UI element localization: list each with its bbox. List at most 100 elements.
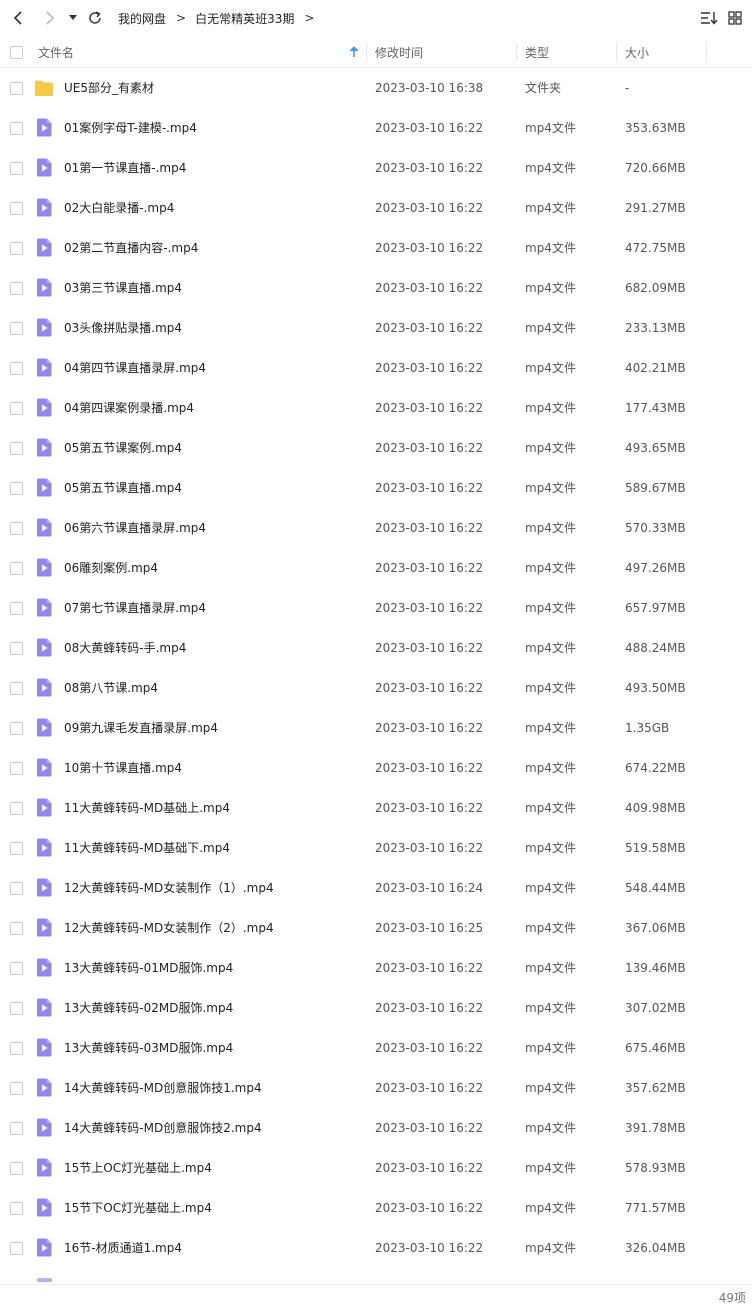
- row-checkbox[interactable]: [10, 162, 23, 175]
- file-name[interactable]: 05第五节课案例.mp4: [64, 428, 182, 468]
- file-row[interactable]: UE5部分_有素材 2023-03-10 16:38 文件夹 -: [0, 68, 752, 108]
- column-divider[interactable]: [616, 42, 617, 62]
- row-checkbox[interactable]: [10, 1082, 23, 1095]
- file-name[interactable]: 06第六节课直播录屏.mp4: [64, 508, 206, 548]
- row-checkbox[interactable]: [10, 1042, 23, 1055]
- file-name[interactable]: 01案例字母T-建模-.mp4: [64, 108, 197, 148]
- column-modified[interactable]: 修改时间: [375, 36, 423, 68]
- file-row[interactable]: 01案例字母T-建模-.mp4 2023-03-10 16:22 mp4文件 353.…: [0, 108, 752, 148]
- file-row[interactable]: 12大黄蜂转码-MD女装制作（2）.mp4 2023-03-10 16:25 mp4…: [0, 908, 752, 948]
- file-row[interactable]: 07第七节课直播录屏.mp4 2023-03-10 16:22 mp4文件 657.9…: [0, 588, 752, 628]
- file-row[interactable]: 04第四节课直播录屏.mp4 2023-03-10 16:22 mp4文件 402.2…: [0, 348, 752, 388]
- column-divider[interactable]: [366, 42, 367, 62]
- column-name[interactable]: 文件名: [38, 36, 74, 68]
- column-size[interactable]: 大小: [625, 36, 649, 68]
- file-row[interactable]: 14大黄蜂转码-MD创意服饰技1.mp4 2023-03-10 16:22 mp4文…: [0, 1068, 752, 1108]
- file-name[interactable]: 13大黄蜂转码-02MD服饰.mp4: [64, 988, 233, 1028]
- file-row[interactable]: 15节下OC灯光基础上.mp4 2023-03-10 16:22 mp4文件 771.…: [0, 1188, 752, 1228]
- row-checkbox[interactable]: [10, 722, 23, 735]
- file-name[interactable]: 11大黄蜂转码-MD基础上.mp4: [64, 788, 230, 828]
- file-name[interactable]: 10第十节课直播.mp4: [64, 748, 182, 788]
- row-checkbox[interactable]: [10, 962, 23, 975]
- row-checkbox[interactable]: [10, 1162, 23, 1175]
- file-name[interactable]: 11大黄蜂转码-MD基础下.mp4: [64, 828, 230, 868]
- file-name[interactable]: 08大黄蜂转码-手.mp4: [64, 628, 186, 668]
- sort-button[interactable]: [698, 7, 720, 29]
- file-name[interactable]: 12大黄蜂转码-MD女装制作（2）.mp4: [64, 908, 274, 948]
- file-name[interactable]: 02第二节直播内容-.mp4: [64, 228, 198, 268]
- row-checkbox[interactable]: [10, 242, 23, 255]
- file-row[interactable]: 13大黄蜂转码-03MD服饰.mp4 2023-03-10 16:22 mp4文件 6…: [0, 1028, 752, 1068]
- row-checkbox[interactable]: [10, 1002, 23, 1015]
- file-row[interactable]: 11大黄蜂转码-MD基础下.mp4 2023-03-10 16:22 mp4文件 51…: [0, 828, 752, 868]
- row-checkbox[interactable]: [10, 562, 23, 575]
- file-row[interactable]: 05第五节课直播.mp4 2023-03-10 16:22 mp4文件 589.67M…: [0, 468, 752, 508]
- row-checkbox[interactable]: [10, 1202, 23, 1215]
- file-row[interactable]: 04第四课案例录播.mp4 2023-03-10 16:22 mp4文件 177.43…: [0, 388, 752, 428]
- file-row[interactable]: 13大黄蜂转码-02MD服饰.mp4 2023-03-10 16:22 mp4文件 3…: [0, 988, 752, 1028]
- row-checkbox[interactable]: [10, 202, 23, 215]
- back-button[interactable]: [8, 7, 30, 29]
- row-checkbox[interactable]: [10, 82, 23, 95]
- row-checkbox[interactable]: [10, 442, 23, 455]
- file-name[interactable]: 06雕刻案例.mp4: [64, 548, 158, 588]
- column-divider[interactable]: [706, 42, 707, 62]
- file-row[interactable]: 11大黄蜂转码-MD基础上.mp4 2023-03-10 16:22 mp4文件 40…: [0, 788, 752, 828]
- file-row[interactable]: 08大黄蜂转码-手.mp4 2023-03-10 16:22 mp4文件 488.24…: [0, 628, 752, 668]
- file-name[interactable]: 04第四课案例录播.mp4: [64, 388, 194, 428]
- breadcrumb-item-current-folder[interactable]: 白无常精英班33期: [195, 10, 294, 27]
- row-checkbox[interactable]: [10, 682, 23, 695]
- refresh-button[interactable]: [84, 7, 106, 29]
- forward-button[interactable]: [38, 7, 60, 29]
- row-checkbox[interactable]: [10, 122, 23, 135]
- file-row[interactable]: 01第一节课直播-.mp4 2023-03-10 16:22 mp4文件 720.66…: [0, 148, 752, 188]
- row-checkbox[interactable]: [10, 762, 23, 775]
- file-name[interactable]: UE5部分_有素材: [64, 68, 154, 108]
- file-row[interactable]: 15节上OC灯光基础上.mp4 2023-03-10 16:22 mp4文件 578.…: [0, 1148, 752, 1188]
- breadcrumb-item-my-drive[interactable]: 我的网盘: [118, 10, 166, 27]
- file-row[interactable]: 05第五节课案例.mp4 2023-03-10 16:22 mp4文件 493.65M…: [0, 428, 752, 468]
- row-checkbox[interactable]: [10, 362, 23, 375]
- row-checkbox[interactable]: [10, 282, 23, 295]
- file-name[interactable]: 09第九课毛发直播录屏.mp4: [64, 708, 218, 748]
- view-toggle-button[interactable]: [724, 7, 746, 29]
- file-row[interactable]: 03第三节课直播.mp4 2023-03-10 16:22 mp4文件 682.09M…: [0, 268, 752, 308]
- row-checkbox[interactable]: [10, 322, 23, 335]
- file-row[interactable]: 09第九课毛发直播录屏.mp4 2023-03-10 16:22 mp4文件 1.35…: [0, 708, 752, 748]
- file-name[interactable]: 03第三节课直播.mp4: [64, 268, 182, 308]
- file-row[interactable]: 10第十节课直播.mp4 2023-03-10 16:22 mp4文件 674.22M…: [0, 748, 752, 788]
- file-name[interactable]: 13大黄蜂转码-01MD服饰.mp4: [64, 948, 233, 988]
- file-name[interactable]: 16节-材质通道1.mp4: [64, 1228, 182, 1268]
- file-row[interactable]: 08第八节课.mp4 2023-03-10 16:22 mp4文件 493.50MB: [0, 668, 752, 708]
- row-checkbox[interactable]: [10, 482, 23, 495]
- select-all-checkbox[interactable]: [10, 46, 23, 59]
- arrow-up-icon[interactable]: [348, 45, 360, 59]
- row-checkbox[interactable]: [10, 1242, 23, 1255]
- row-checkbox[interactable]: [10, 882, 23, 895]
- row-checkbox[interactable]: [10, 402, 23, 415]
- file-name[interactable]: 02大白能录播-.mp4: [64, 188, 174, 228]
- file-name[interactable]: 15节下OC灯光基础上.mp4: [64, 1188, 212, 1228]
- file-row[interactable]: 14大黄蜂转码-MD创意服饰技2.mp4 2023-03-10 16:22 mp4文…: [0, 1108, 752, 1148]
- file-name[interactable]: 04第四节课直播录屏.mp4: [64, 348, 206, 388]
- file-row[interactable]: 06第六节课直播录屏.mp4 2023-03-10 16:22 mp4文件 570.3…: [0, 508, 752, 548]
- file-row[interactable]: 02大白能录播-.mp4 2023-03-10 16:22 mp4文件 291.27M…: [0, 188, 752, 228]
- file-row[interactable]: 12大黄蜂转码-MD女装制作（1）.mp4 2023-03-10 16:24 mp4…: [0, 868, 752, 908]
- file-name[interactable]: 08第八节课.mp4: [64, 668, 158, 708]
- row-checkbox[interactable]: [10, 602, 23, 615]
- file-row[interactable]: 13大黄蜂转码-01MD服饰.mp4 2023-03-10 16:22 mp4文件 1…: [0, 948, 752, 988]
- file-name[interactable]: 15节上OC灯光基础上.mp4: [64, 1148, 212, 1188]
- file-name[interactable]: 07第七节课直播录屏.mp4: [64, 588, 206, 628]
- file-name[interactable]: 13大黄蜂转码-03MD服饰.mp4: [64, 1028, 233, 1068]
- column-type[interactable]: 类型: [525, 36, 549, 68]
- file-row[interactable]: 06雕刻案例.mp4 2023-03-10 16:22 mp4文件 497.26MB: [0, 548, 752, 588]
- row-checkbox[interactable]: [10, 522, 23, 535]
- column-divider[interactable]: [516, 42, 517, 62]
- file-name[interactable]: 03头像拼贴录播.mp4: [64, 308, 182, 348]
- file-row[interactable]: 03头像拼贴录播.mp4 2023-03-10 16:22 mp4文件 233.13M…: [0, 308, 752, 348]
- file-name[interactable]: 05第五节课直播.mp4: [64, 468, 182, 508]
- file-name[interactable]: 12大黄蜂转码-MD女装制作（1）.mp4: [64, 868, 274, 908]
- file-name[interactable]: 14大黄蜂转码-MD创意服饰技2.mp4: [64, 1108, 262, 1148]
- row-checkbox[interactable]: [10, 1122, 23, 1135]
- file-row[interactable]: 02第二节直播内容-.mp4 2023-03-10 16:22 mp4文件 472.7…: [0, 228, 752, 268]
